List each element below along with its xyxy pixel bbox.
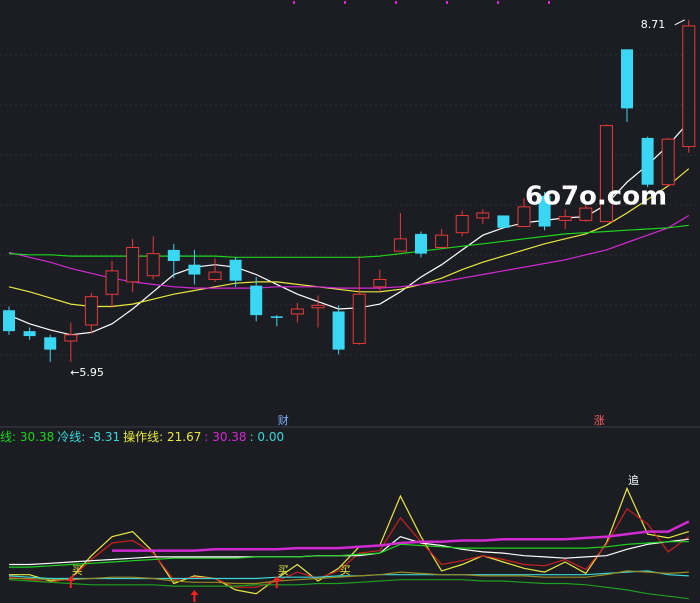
candle-body-up (208, 271, 222, 280)
legend-item: : 0.00 (249, 430, 285, 444)
moving-average-line (8, 224, 689, 258)
candle-body-down (621, 49, 633, 109)
grid (0, 1, 700, 356)
candle-body-up (476, 212, 490, 219)
candle-body-down (44, 337, 57, 350)
candle-body-up (661, 138, 675, 186)
candle-body-down (188, 264, 201, 275)
top-dot-marker (344, 1, 346, 4)
candle-body-up (352, 293, 366, 344)
candle-body-up (435, 234, 449, 248)
top-dot-marker (497, 1, 499, 4)
candle-body-down (3, 310, 15, 332)
top-dot-marker (548, 1, 550, 4)
moving-average-lines (8, 121, 690, 336)
candle-body-down (250, 285, 263, 316)
event-marker-zhang[interactable]: 涨 (594, 414, 605, 427)
high-price-pointer (674, 19, 686, 26)
price-labels: ←5.95 8.71 财 涨 (70, 18, 686, 427)
buy-signal-label: 买 (278, 564, 289, 577)
candle-body-up (558, 216, 572, 221)
candle-body-down (167, 249, 180, 261)
candle-body-up (126, 246, 140, 283)
indicator-line (8, 579, 689, 600)
candle-body-down (641, 137, 654, 185)
indicator-line (9, 536, 689, 566)
high-price-label: 8.71 (641, 18, 666, 31)
candle-body-up (290, 308, 304, 315)
up-arrow-head-icon (190, 590, 199, 595)
chase-signal-label: 追 (628, 473, 639, 487)
buy-signal-label: 买 (340, 564, 351, 577)
candle-body-up (682, 25, 696, 148)
candle-body-up (105, 270, 119, 295)
candle-body-down (415, 233, 427, 254)
candle-body-up (373, 278, 387, 288)
top-dot-marker (395, 1, 397, 4)
candle-body-down (23, 331, 36, 337)
candle-body-up (311, 304, 325, 309)
top-dot-marker (293, 1, 295, 4)
stock-chart: ←5.95 8.71 财 涨 6o7o.com 买 买 买 追 (0, 1, 700, 602)
event-marker-cai[interactable]: 财 (278, 413, 289, 427)
low-price-label: ←5.95 (70, 366, 104, 379)
candle-body-down (332, 311, 345, 350)
candle-body-up (393, 238, 407, 252)
indicator-lines (8, 486, 690, 600)
legend-item: 冷线: -8.31 (57, 430, 121, 444)
buy-signal-label: 买 (72, 564, 83, 577)
legend-item: 操作线: 21.67 (123, 430, 202, 444)
candle-body-up (84, 296, 98, 326)
candle-body-down (229, 259, 242, 281)
indicator-line (112, 520, 690, 552)
indicator-legend: 线: 30.38 冷线: -8.31 操作线: 21.67: 30.38: 0.00 (0, 428, 287, 444)
top-dot-marker (446, 1, 448, 4)
candle-body-up (64, 334, 78, 342)
moving-average-line (8, 121, 690, 336)
watermark: 6o7o.com (525, 181, 667, 211)
candle-body-down (497, 215, 510, 228)
candle-body-up (455, 214, 469, 234)
legend-item: : 30.38 (204, 430, 247, 444)
legend-item: 线: 30.38 (0, 430, 55, 444)
candle-body-up (146, 253, 160, 277)
candle-body-down (270, 316, 283, 318)
